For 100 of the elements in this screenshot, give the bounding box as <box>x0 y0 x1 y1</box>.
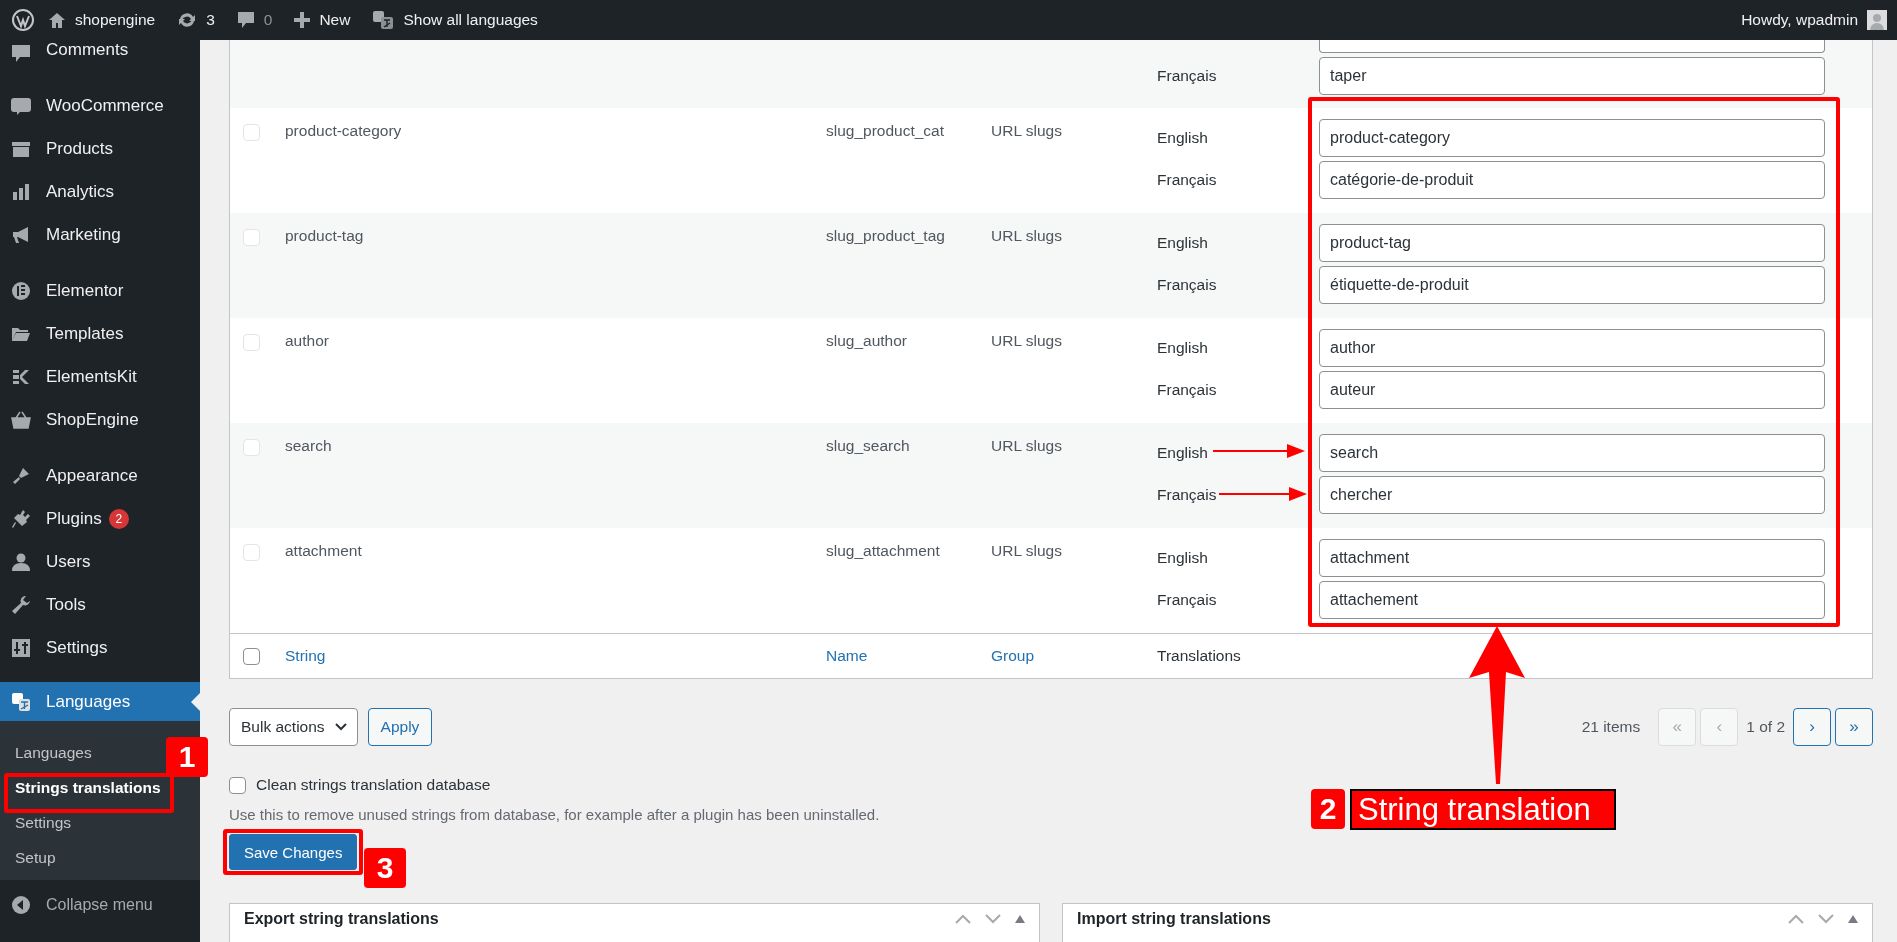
plug-icon <box>11 508 31 529</box>
clean-checkbox[interactable] <box>229 776 246 794</box>
page-button[interactable]: » <box>1835 708 1873 746</box>
column-sort-link[interactable]: Name <box>826 647 868 664</box>
chevron-up-icon[interactable] <box>1788 914 1804 924</box>
translation-field[interactable]: author <box>1319 329 1825 367</box>
column-sort-link[interactable]: Group <box>991 647 1035 664</box>
sliders-icon <box>11 637 31 658</box>
arrow-right-icon <box>1213 444 1305 458</box>
row-checkbox[interactable] <box>243 229 260 246</box>
translate-icon <box>11 691 31 712</box>
translation-field[interactable] <box>1319 40 1825 53</box>
menu-item[interactable]: Appearance <box>0 454 200 497</box>
save-changes-button[interactable]: Save Changes <box>229 834 358 870</box>
menu-label: Marketing <box>46 224 121 245</box>
name-text: slug_search <box>826 437 910 454</box>
language-label: Français <box>1157 591 1217 609</box>
arrow-up-icon <box>1469 626 1525 784</box>
menu-label: Comments <box>46 40 129 60</box>
translation-field[interactable]: chercher <box>1319 476 1825 514</box>
row-checkbox[interactable] <box>243 124 260 141</box>
languages-link[interactable]: Show all languages <box>372 10 538 30</box>
translation-field[interactable]: search <box>1319 434 1825 472</box>
menu-item[interactable]: ElementsKit <box>0 355 200 398</box>
string-text: product-category <box>285 122 402 139</box>
menu-item[interactable]: Tools <box>0 583 200 626</box>
comments-link[interactable]: 0 <box>236 11 273 29</box>
menu-label: WooCommerce <box>46 95 164 116</box>
triangle-up-icon[interactable] <box>1848 915 1858 923</box>
checkbox-label: Clean strings translation database <box>256 776 491 794</box>
string-text: product-tag <box>285 227 364 244</box>
menu-item[interactable]: Users <box>0 540 200 583</box>
row-checkbox[interactable] <box>243 544 260 561</box>
home-icon <box>48 11 66 29</box>
language-label: English <box>1157 444 1208 462</box>
refresh-icon <box>177 11 198 29</box>
panel-title: Export string translations <box>244 910 440 928</box>
row-checkbox[interactable] <box>243 334 260 351</box>
chevron-down-icon <box>334 723 347 731</box>
menu-item[interactable]: Products <box>0 127 200 170</box>
select-all-checkbox[interactable] <box>243 647 260 665</box>
translation-field[interactable]: taper <box>1319 57 1825 95</box>
menu-label: Templates <box>46 323 124 344</box>
submenu-item[interactable]: Settings <box>0 805 75 840</box>
string-text: author <box>285 332 329 349</box>
menu-item[interactable]: Plugins 2 <box>0 497 200 540</box>
triangle-up-icon[interactable] <box>1015 915 1025 923</box>
submenu-item[interactable]: Languages <box>0 735 96 770</box>
menu-label: Languages <box>46 691 131 712</box>
translation-field[interactable]: attachment <box>1319 539 1825 577</box>
menu-label: ElementsKit <box>46 366 137 387</box>
translation-field[interactable]: product-tag <box>1319 224 1825 262</box>
wrench-icon <box>11 594 31 615</box>
menu-label: Tools <box>46 594 86 615</box>
bulk-actions-select[interactable]: Bulk actions <box>229 708 358 746</box>
apply-button[interactable]: Apply <box>367 708 433 746</box>
updates-link[interactable]: 3 <box>177 11 215 29</box>
menu-label: ShopEngine <box>46 409 139 430</box>
menu-item[interactable]: ShopEngine <box>0 398 200 441</box>
menu-label: Settings <box>46 637 108 658</box>
account-link[interactable]: Howdy, wpadmin <box>1741 10 1887 30</box>
menu-label: Elementor <box>46 280 124 301</box>
description-text: Use this to remove unused strings from database, for example after a plugin has been uninstalled. <box>229 806 880 823</box>
menu-item[interactable]: Analytics <box>0 170 200 213</box>
step-number-badge: 3 <box>364 848 406 888</box>
row-checkbox[interactable] <box>243 439 260 456</box>
name-text: slug_product_tag <box>826 227 945 244</box>
menu-item[interactable]: Elementor <box>0 269 200 312</box>
menu-item[interactable]: Templates <box>0 312 200 355</box>
panel-title: Import string translations <box>1077 910 1272 928</box>
menu-item[interactable]: Settings <box>0 626 200 669</box>
page-button[interactable]: › <box>1793 708 1831 746</box>
wordpress-logo-icon[interactable] <box>12 9 34 31</box>
menu-item[interactable]: WooCommerce <box>0 84 200 127</box>
chevron-up-icon[interactable] <box>955 914 971 924</box>
menu-item[interactable]: Marketing <box>0 213 200 256</box>
translation-field[interactable]: catégorie-de-produit <box>1319 161 1825 199</box>
megaphone-icon <box>11 224 31 245</box>
translation-field[interactable]: étiquette-de-produit <box>1319 266 1825 304</box>
chevron-down-icon[interactable] <box>1818 914 1834 924</box>
translation-field[interactable]: auteur <box>1319 371 1825 409</box>
new-link[interactable]: New <box>294 11 351 29</box>
submenu-item[interactable]: Setup <box>0 840 60 875</box>
menu-item[interactable]: Comments <box>0 40 200 60</box>
page-indicator: 1 of 2 <box>1746 718 1785 736</box>
column-sort-link[interactable]: String <box>285 647 326 664</box>
language-label: English <box>1157 234 1208 252</box>
bars-icon <box>11 181 31 202</box>
chevron-down-icon[interactable] <box>985 914 1001 924</box>
translation-field[interactable]: product-category <box>1319 119 1825 157</box>
menu-label: Plugins <box>46 508 102 529</box>
comment-icon <box>11 43 31 63</box>
translation-field[interactable]: attachement <box>1319 581 1825 619</box>
language-label: Français <box>1157 381 1217 399</box>
site-link[interactable]: shopengine <box>48 11 156 29</box>
name-text: slug_product_cat <box>826 122 945 139</box>
submenu-item[interactable]: Strings translations <box>0 770 165 805</box>
collapse-menu-button[interactable]: Collapse menu <box>0 884 200 926</box>
menu-item[interactable]: Languages <box>0 682 200 721</box>
name-text: slug_attachment <box>826 542 940 559</box>
